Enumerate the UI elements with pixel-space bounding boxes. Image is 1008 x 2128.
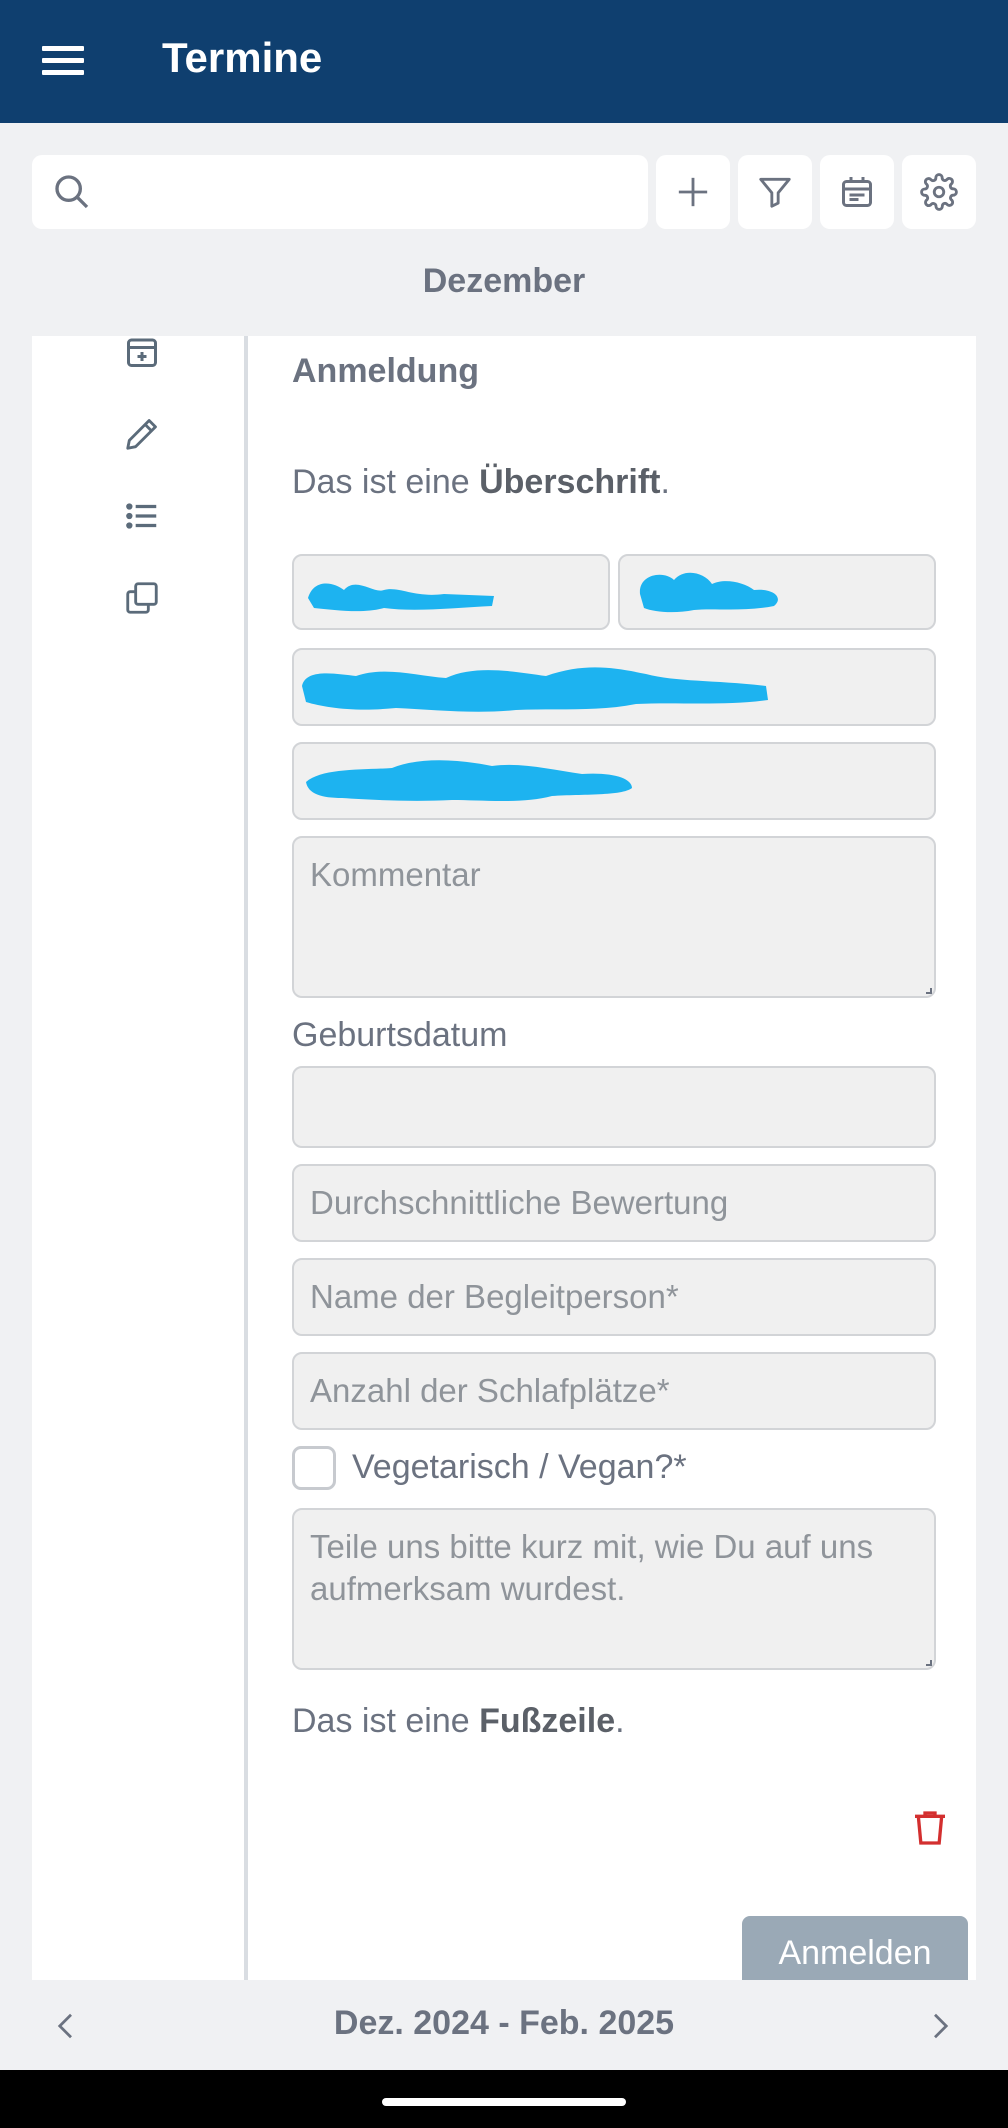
rating-placeholder: Durchschnittliche Bewertung — [310, 1184, 729, 1221]
redaction-mark — [306, 760, 632, 801]
beds-placeholder: Anzahl der Schlafplätze* — [310, 1372, 670, 1409]
chevron-right-icon[interactable] — [918, 2004, 962, 2048]
pencil-icon[interactable] — [120, 412, 164, 456]
event-panel: Anmeldung Das ist eine Überschrift. Komm… — [32, 336, 976, 1980]
search-field[interactable] — [32, 155, 648, 229]
filter-button[interactable] — [738, 155, 812, 229]
list-icon[interactable] — [120, 494, 164, 538]
comment-textarea[interactable]: Kommentar — [292, 836, 936, 998]
system-nav-bar — [0, 2070, 1008, 2128]
redaction-mark — [308, 583, 494, 612]
page-title: Termine — [162, 34, 323, 81]
add-button[interactable] — [656, 155, 730, 229]
menu-icon[interactable] — [36, 38, 90, 84]
last-name-input[interactable] — [618, 554, 936, 630]
gear-icon — [920, 173, 958, 211]
birthdate-input[interactable] — [292, 1066, 936, 1148]
companion-placeholder: Name der Begleitperson* — [310, 1278, 679, 1315]
header-text: Das ist eine Überschrift. — [292, 463, 670, 501]
calendar-add-icon[interactable] — [120, 336, 164, 374]
search-input[interactable] — [112, 165, 632, 219]
companion-name-input[interactable]: Name der Begleitperson* — [292, 1258, 936, 1336]
redaction-mark — [639, 572, 778, 613]
first-name-input[interactable] — [292, 554, 610, 630]
rating-input[interactable]: Durchschnittliche Bewertung — [292, 1164, 936, 1242]
footer-text: Das ist eine Fußzeile. — [292, 1702, 625, 1740]
vegetarian-checkbox[interactable] — [292, 1446, 336, 1490]
submit-button[interactable]: Anmelden — [742, 1916, 968, 1980]
trash-icon — [915, 1811, 945, 1845]
copy-icon[interactable] — [120, 576, 164, 620]
date-range-nav: Dez. 2024 - Feb. 2025 — [0, 1980, 1008, 2070]
plus-icon — [678, 177, 708, 207]
form-title: Anmeldung — [292, 352, 479, 390]
source-textarea[interactable]: Teile uns bitte kurz mit, wie Du auf uns… — [292, 1508, 936, 1670]
calendar-icon — [842, 177, 872, 207]
app-bar: Termine — [0, 0, 1008, 123]
calendar-button[interactable] — [820, 155, 894, 229]
delete-button[interactable] — [910, 1806, 950, 1850]
search-icon — [55, 175, 89, 209]
month-header: Dezember — [422, 262, 586, 300]
comment-placeholder: Kommentar — [310, 856, 481, 893]
resize-handle[interactable] — [926, 1660, 932, 1666]
email-input[interactable] — [292, 648, 936, 726]
action-sidebar — [32, 336, 248, 1980]
date-range-label: Dez. 2024 - Feb. 2025 — [333, 2004, 675, 2042]
settings-button[interactable] — [902, 155, 976, 229]
vegetarian-label[interactable]: Vegetarisch / Vegan?* — [352, 1448, 687, 1487]
redaction-mark — [302, 667, 768, 712]
beds-count-input[interactable]: Anzahl der Schlafplätze* — [292, 1352, 936, 1430]
birthdate-label: Geburtsdatum — [292, 1016, 508, 1054]
filter-icon — [759, 177, 791, 208]
source-placeholder: Teile uns bitte kurz mit, wie Du auf uns… — [310, 1528, 874, 1607]
phone-input[interactable] — [292, 742, 936, 820]
resize-handle[interactable] — [926, 988, 932, 994]
home-indicator[interactable] — [382, 2098, 626, 2106]
